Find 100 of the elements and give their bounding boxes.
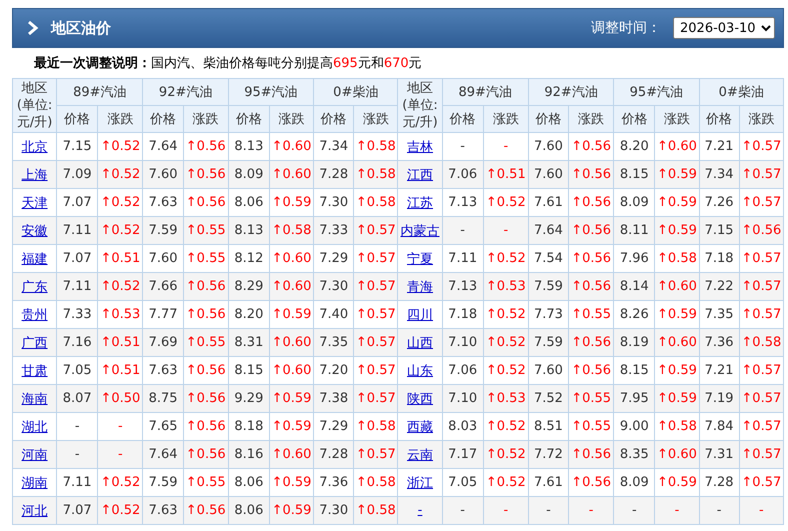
price-change: - [568, 496, 614, 524]
price-value: 7.10 [442, 328, 484, 356]
price-change: - [654, 496, 700, 524]
price-change: ↑0.52 [483, 328, 528, 356]
price-value: 8.13 [228, 216, 270, 244]
price-change: ↑0.56 [183, 160, 228, 188]
column-header: 涨跌 [269, 106, 314, 132]
price-value: 7.31 [699, 440, 740, 468]
column-header: 价格 [228, 106, 270, 132]
panel-title: 地区油价 [51, 18, 112, 38]
price-change: ↑0.56 [568, 440, 614, 468]
price-change: ↑0.52 [98, 272, 143, 300]
price-change: ↑0.57 [739, 384, 784, 412]
price-change: ↑0.57 [354, 384, 398, 412]
price-change: ↑0.60 [269, 272, 314, 300]
price-value: 7.34 [699, 160, 740, 188]
price-change: ↑0.58 [739, 328, 784, 356]
price-value: 9.29 [228, 384, 270, 412]
price-value: 8.06 [228, 496, 270, 524]
price-change: ↑0.58 [269, 216, 314, 244]
column-header: 95#汽油 [228, 78, 314, 106]
price-value: - [442, 216, 484, 244]
price-change: ↑0.60 [654, 328, 700, 356]
date-select[interactable]: 2026-03-10 [673, 17, 775, 39]
price-value: 7.11 [56, 272, 98, 300]
price-value: 8.31 [228, 328, 270, 356]
price-value: 7.33 [314, 216, 354, 244]
price-change: ↑0.51 [98, 328, 143, 356]
price-change: ↑0.59 [654, 216, 700, 244]
price-change: ↑0.57 [739, 160, 784, 188]
price-value: 8.09 [228, 160, 270, 188]
column-header: 涨跌 [98, 106, 143, 132]
price-change: ↑0.57 [354, 272, 398, 300]
column-header: 价格 [56, 106, 98, 132]
column-header: 地区(单位:元/升) [12, 78, 57, 132]
price-change: ↑0.60 [654, 272, 700, 300]
price-value: - [699, 496, 740, 524]
price-change: ↑0.56 [183, 384, 228, 412]
column-header: 涨跌 [483, 106, 528, 132]
price-change: ↑0.55 [568, 384, 614, 412]
price-value: 8.15 [614, 160, 655, 188]
price-change: - [483, 216, 528, 244]
price-value: 8.07 [56, 384, 98, 412]
price-change: ↑0.56 [568, 160, 614, 188]
column-header: 涨跌 [568, 106, 614, 132]
price-value: 7.22 [699, 272, 740, 300]
price-value: 7.30 [314, 272, 354, 300]
chevron-icon [27, 20, 39, 36]
price-change: ↑0.52 [98, 216, 143, 244]
price-change: ↑0.58 [354, 496, 398, 524]
price-value: 7.36 [699, 328, 740, 356]
column-header: 价格 [142, 106, 184, 132]
price-value: 7.64 [142, 440, 184, 468]
price-change: ↑0.56 [183, 496, 228, 524]
price-change: ↑0.57 [739, 272, 784, 300]
price-change: - [739, 496, 784, 524]
column-header: 涨跌 [654, 106, 700, 132]
price-value: 7.52 [528, 384, 569, 412]
price-value: 7.72 [528, 440, 569, 468]
price-change: ↑0.60 [654, 440, 700, 468]
price-value: 7.19 [699, 384, 740, 412]
price-change: ↑0.56 [183, 272, 228, 300]
price-value: - [614, 496, 655, 524]
price-change: ↑0.59 [269, 496, 314, 524]
price-value: - [56, 440, 98, 468]
price-change: ↑0.52 [98, 160, 143, 188]
column-header: 价格 [314, 106, 354, 132]
price-value: 7.13 [442, 272, 484, 300]
price-value: 7.15 [699, 216, 740, 244]
price-value: 7.11 [56, 216, 98, 244]
column-header: 涨跌 [354, 106, 398, 132]
price-value: 7.59 [528, 328, 569, 356]
price-change: - [483, 496, 528, 524]
price-value: - [528, 496, 569, 524]
price-change: ↑0.53 [483, 384, 528, 412]
price-value: 7.09 [56, 160, 98, 188]
region-link[interactable]: - [418, 503, 422, 518]
price-value: 7.69 [142, 328, 184, 356]
price-value: 7.60 [142, 160, 184, 188]
price-value: 8.29 [228, 272, 270, 300]
price-change: ↑0.60 [269, 440, 314, 468]
price-value: 7.17 [442, 440, 484, 468]
price-value: 7.28 [314, 160, 354, 188]
price-value: 7.59 [142, 216, 184, 244]
price-change: ↑0.56 [183, 440, 228, 468]
price-change: ↑0.56 [568, 216, 614, 244]
price-change: ↑0.60 [269, 328, 314, 356]
price-change: ↑0.51 [483, 160, 528, 188]
column-header: 价格 [442, 106, 484, 132]
price-value: 7.59 [528, 272, 569, 300]
column-header: 价格 [614, 106, 655, 132]
date-label: 调整时间： [591, 19, 661, 37]
column-header: 地区(单位:元/升) [398, 78, 442, 132]
column-header: 价格 [699, 106, 740, 132]
price-change: ↑0.55 [183, 216, 228, 244]
price-value: 7.66 [142, 272, 184, 300]
price-change: ↑0.52 [98, 496, 143, 524]
column-header: 92#汽油 [528, 78, 614, 106]
column-header: 92#汽油 [142, 78, 228, 106]
price-value: 8.14 [614, 272, 655, 300]
